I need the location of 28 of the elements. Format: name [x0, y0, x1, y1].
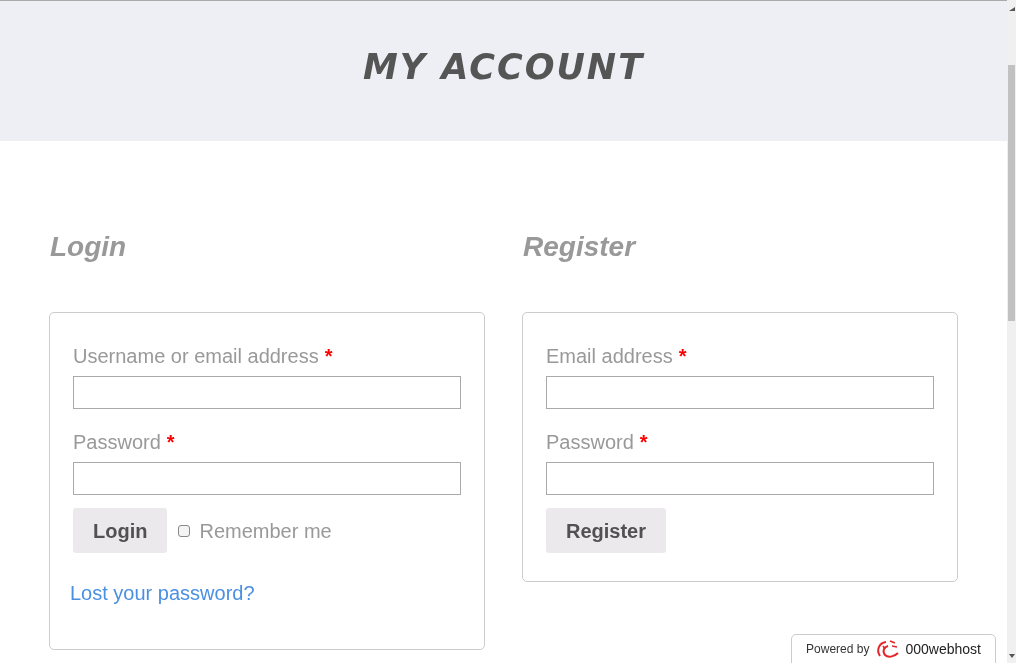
section-heading: Login	[50, 230, 127, 264]
scrollbar-thumb[interactable]	[1008, 65, 1015, 321]
input-field[interactable]	[73, 462, 461, 495]
remember-checkbox[interactable]	[178, 524, 191, 537]
remember-label: Remember me	[199, 518, 332, 543]
powered-by-text: Powered by	[806, 642, 870, 656]
brand-name: 000webhost	[905, 641, 981, 657]
field-label: Email address	[546, 344, 673, 368]
input-field[interactable]	[546, 376, 934, 409]
swirl-logo-icon	[875, 639, 900, 659]
scroll-up-arrow-icon[interactable]	[1008, 7, 1015, 11]
required-mark: *	[678, 344, 687, 368]
required-mark: *	[324, 344, 333, 368]
lost-password-link[interactable]: Lost your password?	[70, 581, 255, 605]
required-mark: *	[639, 430, 648, 454]
scroll-down-arrow-icon[interactable]	[1008, 654, 1015, 658]
login-button[interactable]: Login	[73, 508, 168, 553]
field-label: Password	[73, 430, 161, 454]
input-field[interactable]	[73, 376, 461, 409]
field-label: Username or email address	[73, 344, 319, 368]
required-mark: *	[166, 430, 175, 454]
page-title: MY ACCOUNT	[362, 46, 645, 88]
powered-by-badge[interactable]: Powered by 000webhost	[791, 634, 996, 663]
register-button[interactable]: Register	[546, 508, 667, 553]
field-label: Password	[546, 430, 634, 454]
input-field[interactable]	[546, 462, 934, 495]
scrollbar[interactable]	[1007, 0, 1016, 663]
section-heading: Register	[523, 230, 636, 264]
